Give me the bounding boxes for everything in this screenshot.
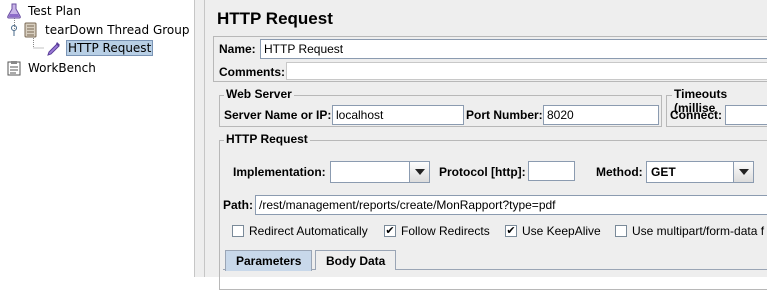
method-select[interactable]: GET [646, 161, 754, 183]
test-plan-tree[interactable]: Test Plan tearDown Thread Group HTTP Req… [0, 0, 194, 277]
checkbox-label: Use KeepAlive [522, 224, 601, 238]
tab-parameters[interactable]: Parameters [225, 250, 313, 271]
web-server-title: Web Server [224, 87, 294, 101]
name-label: Name: [219, 42, 256, 56]
implementation-select[interactable] [330, 161, 430, 183]
use-multipart-checkbox[interactable]: Use multipart/form-data f [615, 224, 764, 238]
port-number-label: Port Number: [466, 108, 543, 122]
tree-item-test-plan[interactable]: Test Plan [6, 2, 83, 20]
tree-item-label: WorkBench [28, 61, 96, 75]
follow-redirects-checkbox[interactable]: ✔ Follow Redirects [384, 224, 490, 238]
checkbox-label: Redirect Automatically [249, 224, 368, 238]
tree-item-http-request[interactable]: HTTP Request [46, 39, 154, 57]
thread-group-icon [23, 22, 39, 38]
pipette-icon [46, 40, 62, 56]
method-value: GET [651, 165, 676, 179]
protocol-input[interactable] [528, 161, 575, 181]
checkbox-box[interactable] [615, 225, 627, 237]
check-icon[interactable]: ✔ [384, 225, 396, 237]
use-keepalive-checkbox[interactable]: ✔ Use KeepAlive [505, 224, 601, 238]
comments-label: Comments: [219, 65, 286, 79]
page-title: HTTP Request [217, 9, 333, 28]
redirect-automatically-checkbox[interactable]: Redirect Automatically [232, 224, 368, 238]
split-pane-divider[interactable] [194, 0, 205, 277]
name-field[interactable]: HTTP Request [260, 39, 767, 59]
tab-body-data[interactable]: Body Data [315, 250, 397, 270]
tree-item-teardown-thread-group[interactable]: tearDown Thread Group [10, 21, 192, 39]
server-name-label: Server Name or IP: [224, 108, 332, 122]
flask-icon [6, 3, 22, 19]
http-request-group-title: HTTP Request [224, 132, 310, 146]
chevron-down-icon[interactable] [733, 162, 753, 182]
chevron-down-icon[interactable] [409, 162, 429, 182]
method-label: Method: [596, 165, 643, 179]
http-request-panel: HTTP Request Name: HTTP Request Comments… [205, 0, 767, 290]
tree-item-label: Test Plan [28, 4, 81, 18]
check-icon[interactable]: ✔ [505, 225, 517, 237]
comments-field[interactable] [286, 62, 767, 80]
checkbox-label: Follow Redirects [401, 224, 490, 238]
path-label: Path: [223, 198, 253, 212]
connect-timeout-input[interactable] [725, 105, 767, 125]
tree-item-label: tearDown Thread Group [45, 23, 190, 37]
tree-item-workbench[interactable]: WorkBench [6, 59, 98, 77]
port-number-input[interactable]: 8020 [543, 105, 659, 125]
server-name-input[interactable]: localhost [332, 105, 464, 125]
connect-timeout-label: Connect: [670, 108, 722, 122]
checkbox-label: Use multipart/form-data f [632, 224, 765, 238]
checkbox-box[interactable] [232, 225, 244, 237]
path-input[interactable]: /rest/management/reports/create/MonRappo… [255, 195, 767, 215]
protocol-label: Protocol [http]: [439, 165, 526, 179]
tree-item-label: HTTP Request [66, 40, 154, 56]
clipboard-icon [6, 60, 22, 76]
implementation-label: Implementation: [233, 165, 326, 179]
expand-handle-icon[interactable] [10, 22, 19, 38]
